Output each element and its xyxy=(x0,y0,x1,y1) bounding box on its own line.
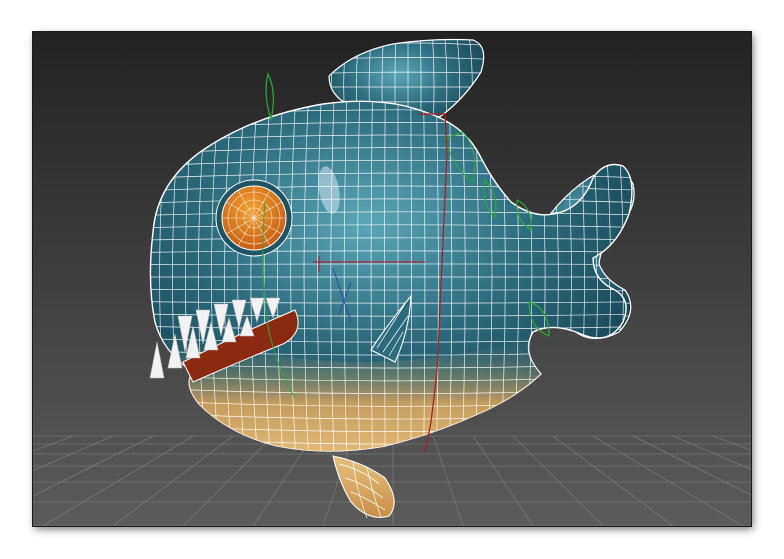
3d-viewport[interactable] xyxy=(33,32,751,526)
window-frame xyxy=(0,0,784,559)
eye xyxy=(215,179,293,257)
viewport-canvas[interactable] xyxy=(33,32,751,526)
